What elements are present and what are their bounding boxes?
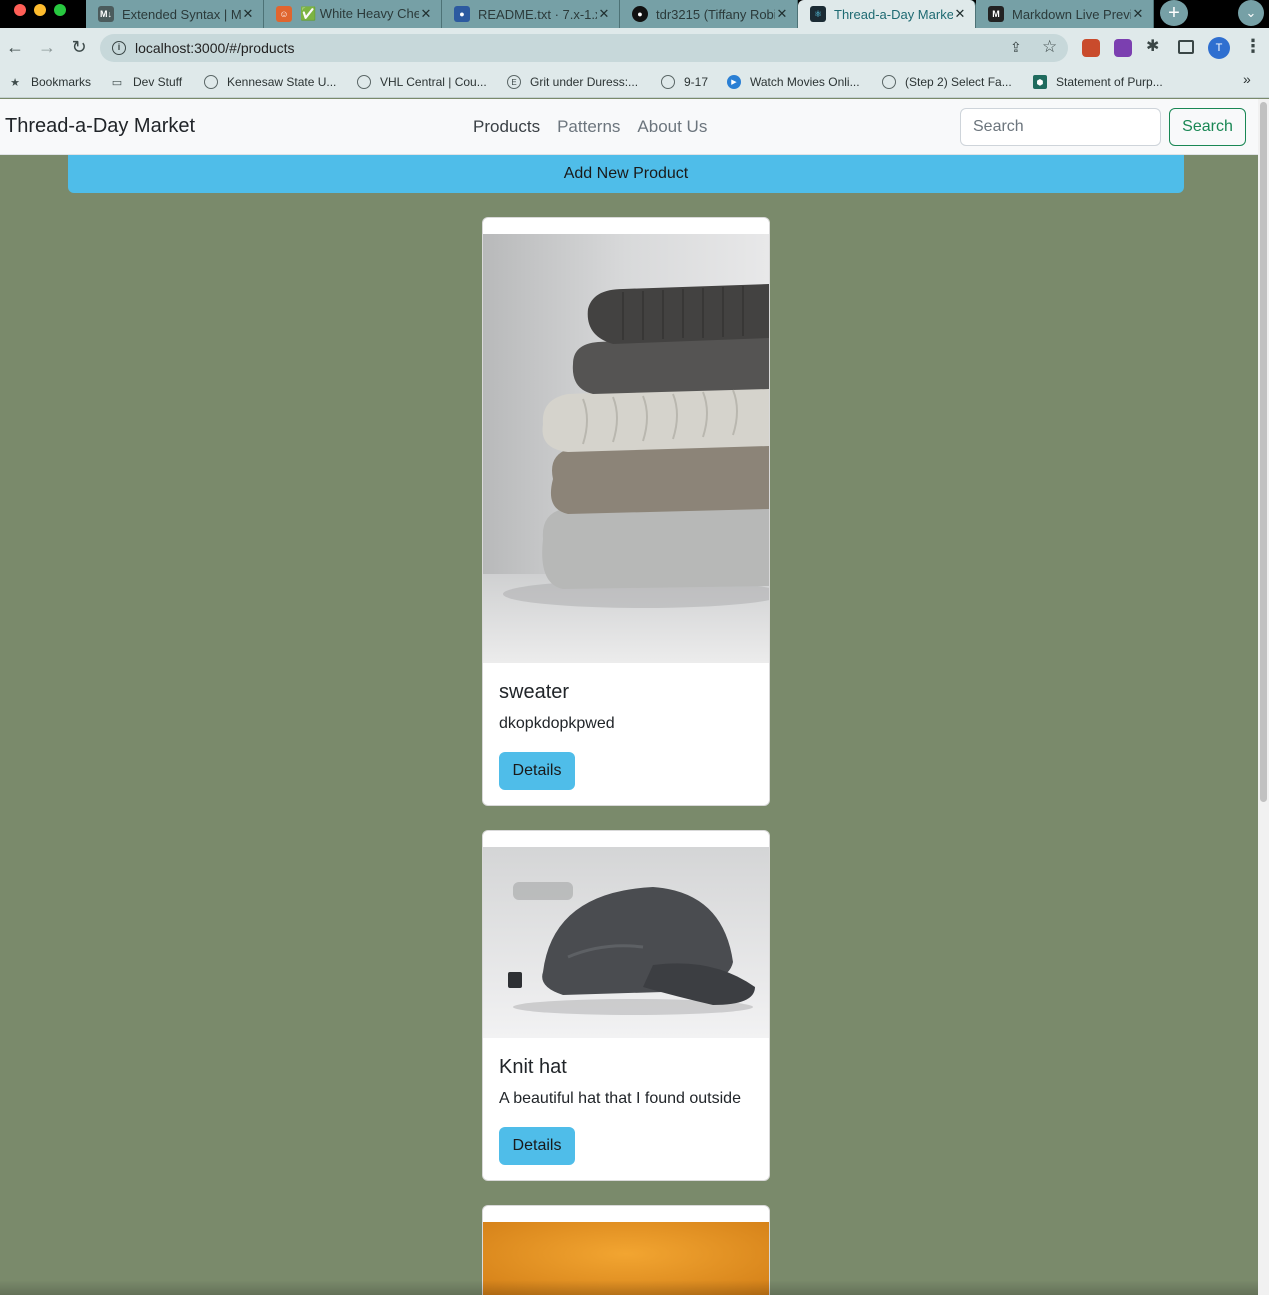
close-window-button[interactable] (14, 4, 26, 16)
nav-link-products[interactable]: Products (473, 117, 540, 137)
bookmark-item[interactable]: 9-17 (661, 72, 708, 92)
markdown-icon: M↓ (98, 6, 114, 22)
markdown-m-icon: M (988, 6, 1004, 22)
search-input[interactable] (960, 108, 1161, 146)
star-icon: ★ (10, 76, 20, 89)
tab-strip: M↓ Extended Syntax | Markdown Guide ✕ ☺ … (0, 0, 1269, 28)
viewport-edge-shadow (0, 1280, 1258, 1295)
hat-image (483, 847, 769, 1038)
nav-links: Products Patterns About Us (473, 117, 724, 137)
bookmark-label: Dev Stuff (133, 75, 183, 89)
globe-icon (882, 75, 896, 89)
bookmark-item[interactable]: (Step 2) Select Fa... (882, 72, 1012, 92)
folder-icon: ▭ (111, 76, 123, 89)
nav-link-about-us[interactable]: About Us (637, 117, 707, 137)
product-card: Knit hat A beautiful hat that I found ou… (482, 830, 770, 1181)
close-icon[interactable]: ✕ (241, 6, 255, 22)
close-icon[interactable]: ✕ (775, 6, 789, 22)
bookmark-label: Bookmarks (31, 75, 92, 89)
bookmark-item[interactable]: VHL Central | Cou... (357, 72, 487, 92)
bookmark-label: 9-17 (684, 75, 709, 89)
tab-title: Markdown Live Preview (1012, 6, 1131, 22)
product-description: A beautiful hat that I found outside (499, 1090, 741, 1107)
bookmark-item[interactable]: Kennesaw State U... (204, 72, 336, 92)
tab-markdown-live-preview[interactable]: M Markdown Live Preview ✕ (976, 0, 1154, 28)
tab-title: Extended Syntax | Markdown Guide (122, 6, 241, 22)
tab-white-heavy-check[interactable]: ☺ ✅ White Heavy Check Mark ✕ (264, 0, 442, 28)
product-description: dkopkdopkpwed (499, 715, 615, 732)
product-title: Knit hat (499, 1056, 567, 1078)
tab-extended-syntax[interactable]: M↓ Extended Syntax | Markdown Guide ✕ (86, 0, 264, 28)
github-icon: ● (632, 6, 648, 22)
bookmark-label: (Step 2) Select Fa... (905, 75, 1012, 89)
bookmark-item[interactable]: ★ Bookmarks (8, 72, 91, 92)
tab-search-button[interactable]: ⌄ (1238, 0, 1264, 26)
back-icon[interactable]: ← (4, 36, 26, 58)
tab-title: Thread-a-Day Market (834, 6, 953, 22)
react-icon: ⚛ (810, 6, 826, 22)
tabs: M↓ Extended Syntax | Markdown Guide ✕ ☺ … (86, 0, 1154, 28)
tab-thread-a-day[interactable]: ⚛ Thread-a-Day Market ✕ (798, 0, 976, 28)
bookmark-label: VHL Central | Cou... (380, 75, 487, 89)
bookmark-label: Grit under Duress:... (530, 75, 639, 89)
globe-icon (661, 75, 675, 89)
bookmark-label: Watch Movies Onli... (750, 75, 860, 89)
minimize-window-button[interactable] (34, 4, 46, 16)
extensions-puzzle-icon[interactable]: ✱ (1146, 36, 1159, 56)
scrollbar-thumb[interactable] (1260, 102, 1267, 802)
extension-icon[interactable] (1114, 39, 1132, 57)
tab-title: README.txt · 7.x-1.x (478, 6, 597, 22)
reload-icon[interactable]: ↻ (68, 36, 90, 58)
e-circle-icon: E (507, 75, 521, 89)
bookmark-item[interactable]: ⬢ Statement of Purp... (1033, 72, 1163, 92)
bookmarks-bar: ★ Bookmarks ▭ Dev Stuff Kennesaw State U… (0, 66, 1269, 98)
browser-toolbar: ← → ↻ i localhost:3000/#/products ⇪ ☆ ✱ … (0, 28, 1269, 66)
globe-icon (204, 75, 218, 89)
share-icon[interactable]: ⇪ (1010, 39, 1022, 56)
address-bar[interactable]: i localhost:3000/#/products ⇪ ☆ (100, 34, 1068, 62)
bookmark-item[interactable]: ▭ Dev Stuff (110, 72, 182, 92)
close-icon[interactable]: ✕ (1131, 6, 1145, 22)
product-card: sweater dkopkdopkpwed Details (482, 217, 770, 806)
new-tab-button[interactable]: + (1160, 0, 1188, 26)
profile-avatar[interactable]: T (1208, 37, 1230, 59)
forward-icon[interactable]: → (36, 36, 58, 58)
maximize-window-button[interactable] (54, 4, 66, 16)
doc-icon: ⬢ (1033, 75, 1047, 89)
bookmark-item[interactable]: ▶ Watch Movies Onli... (727, 72, 860, 92)
details-button[interactable]: Details (499, 1127, 575, 1165)
play-icon: ▶ (727, 75, 741, 89)
details-button[interactable]: Details (499, 752, 575, 790)
bookmark-label: Statement of Purp... (1056, 75, 1163, 89)
more-bookmarks-icon[interactable]: » (1243, 71, 1251, 87)
close-icon[interactable]: ✕ (953, 6, 967, 22)
site-brand[interactable]: Thread-a-Day Market (5, 115, 195, 138)
tab-readme[interactable]: ● README.txt · 7.x-1.x ✕ (442, 0, 620, 28)
side-panel-icon[interactable] (1178, 40, 1194, 54)
close-icon[interactable]: ✕ (597, 6, 611, 22)
tab-title: tdr3215 (Tiffany Robinson) (656, 6, 775, 22)
bookmark-item[interactable]: E Grit under Duress:... (507, 72, 638, 92)
emojipedia-icon: ☺ (276, 6, 292, 22)
tab-github[interactable]: ● tdr3215 (Tiffany Robinson) ✕ (620, 0, 798, 28)
bookmark-star-icon[interactable]: ☆ (1042, 37, 1057, 57)
url-text: localhost:3000/#/products (135, 40, 295, 56)
extension-icon[interactable] (1082, 39, 1100, 57)
sweater-image (483, 234, 769, 663)
menu-kebab-icon[interactable]: ⋮ (1244, 36, 1262, 57)
nav-link-patterns[interactable]: Patterns (557, 117, 620, 137)
site-navbar: Thread-a-Day Market Products Patterns Ab… (0, 99, 1258, 155)
bookmark-label: Kennesaw State U... (227, 75, 337, 89)
drupal-icon: ● (454, 6, 470, 22)
tab-title: ✅ White Heavy Check Mark (300, 6, 419, 21)
search-button[interactable]: Search (1169, 108, 1246, 146)
close-icon[interactable]: ✕ (419, 6, 433, 22)
globe-icon (357, 75, 371, 89)
product-title: sweater (499, 681, 570, 703)
info-icon[interactable]: i (112, 41, 126, 55)
add-new-product-button[interactable]: Add New Product (68, 155, 1184, 193)
